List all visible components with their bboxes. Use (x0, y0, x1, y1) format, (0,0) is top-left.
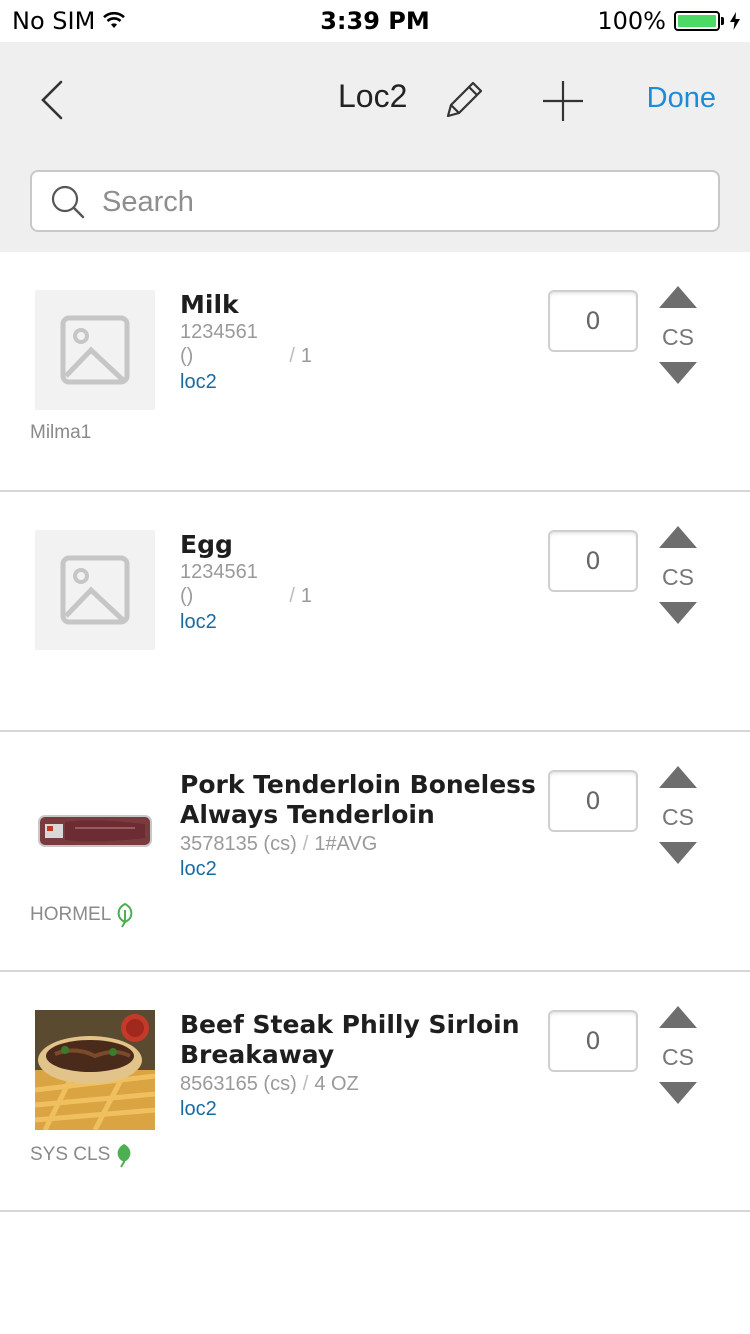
decrement-arrow-icon[interactable] (659, 602, 697, 624)
product-location[interactable]: loc2 (180, 611, 217, 634)
sustainable-leaf-icon (117, 902, 133, 928)
placeholder-image-icon (60, 315, 130, 385)
product-location[interactable]: loc2 (180, 858, 217, 881)
quantity-input[interactable]: 0 (548, 290, 638, 352)
sustainable-leaf-icon (117, 1144, 131, 1168)
list-item[interactable]: HORMEL Pork Tenderloin Boneless Always T… (0, 732, 750, 972)
unit-label: CS (662, 324, 694, 350)
decrement-arrow-icon[interactable] (659, 362, 697, 384)
battery-icon (674, 11, 720, 31)
battery-percent: 100% (597, 7, 666, 35)
unit-label: CS (662, 564, 694, 590)
product-pack-size: ()/1 (180, 585, 313, 607)
decrement-arrow-icon[interactable] (659, 842, 697, 864)
product-location[interactable]: loc2 (180, 371, 217, 394)
unit-label: CS (662, 1044, 694, 1070)
quantity-input[interactable]: 0 (548, 1010, 638, 1072)
brand-label: SYS CLS (30, 1142, 134, 1168)
product-name: Egg (180, 530, 233, 559)
navigation-header: Loc2 Done (0, 42, 750, 252)
quantity-input[interactable]: 0 (548, 770, 638, 832)
product-name: Milk (180, 290, 239, 319)
brand-label: Milma1 (30, 422, 92, 443)
product-code-pack: 8563165 (cs)/4 OZ (180, 1073, 359, 1095)
product-thumbnail (35, 770, 155, 890)
product-code: 1234561 (180, 321, 258, 343)
product-pack-size: ()/1 (180, 345, 313, 367)
product-code: 1234561 (180, 561, 258, 583)
increment-arrow-icon[interactable] (659, 766, 697, 788)
status-bar: No SIM 3:39 PM 100% (0, 0, 750, 42)
page-title: Loc2 (338, 78, 408, 114)
pork-tenderloin-photo (35, 770, 155, 890)
increment-arrow-icon[interactable] (659, 1006, 697, 1028)
unit-label: CS (662, 804, 694, 830)
add-plus-icon[interactable] (540, 78, 586, 124)
search-bar[interactable] (30, 170, 720, 232)
list-item[interactable]: SYS CLS Beef Steak Philly Sirloin Breaka… (0, 972, 750, 1212)
philly-steak-photo (34, 1010, 156, 1132)
done-button[interactable]: Done (647, 82, 716, 115)
product-location[interactable]: loc2 (180, 1098, 217, 1121)
increment-arrow-icon[interactable] (659, 286, 697, 308)
list-item[interactable]: Egg 1234561 ()/1 loc2 0 CS (0, 492, 750, 732)
product-name: Beef Steak Philly Sirloin Breakaway (180, 1010, 520, 1069)
product-list: Milma1 Milk 1234561 ()/1 loc2 0 CS Egg 1… (0, 252, 750, 1212)
product-thumbnail (35, 290, 155, 410)
search-input[interactable] (102, 180, 702, 224)
decrement-arrow-icon[interactable] (659, 1082, 697, 1104)
product-thumbnail (34, 1010, 156, 1132)
pencil-edit-icon[interactable] (440, 78, 486, 124)
brand-label: HORMEL (30, 902, 135, 928)
charging-bolt-icon (730, 12, 740, 30)
list-item[interactable]: Milma1 Milk 1234561 ()/1 loc2 0 CS (0, 252, 750, 492)
product-name: Pork Tenderloin Boneless Always Tenderlo… (180, 770, 536, 829)
placeholder-image-icon (60, 555, 130, 625)
increment-arrow-icon[interactable] (659, 526, 697, 548)
search-icon (51, 185, 85, 219)
quantity-input[interactable]: 0 (548, 530, 638, 592)
product-thumbnail (35, 530, 155, 650)
battery-indicator: 100% (597, 7, 740, 35)
back-chevron-icon[interactable] (36, 78, 76, 122)
product-code-pack: 3578135 (cs)/1#AVG (180, 833, 378, 855)
